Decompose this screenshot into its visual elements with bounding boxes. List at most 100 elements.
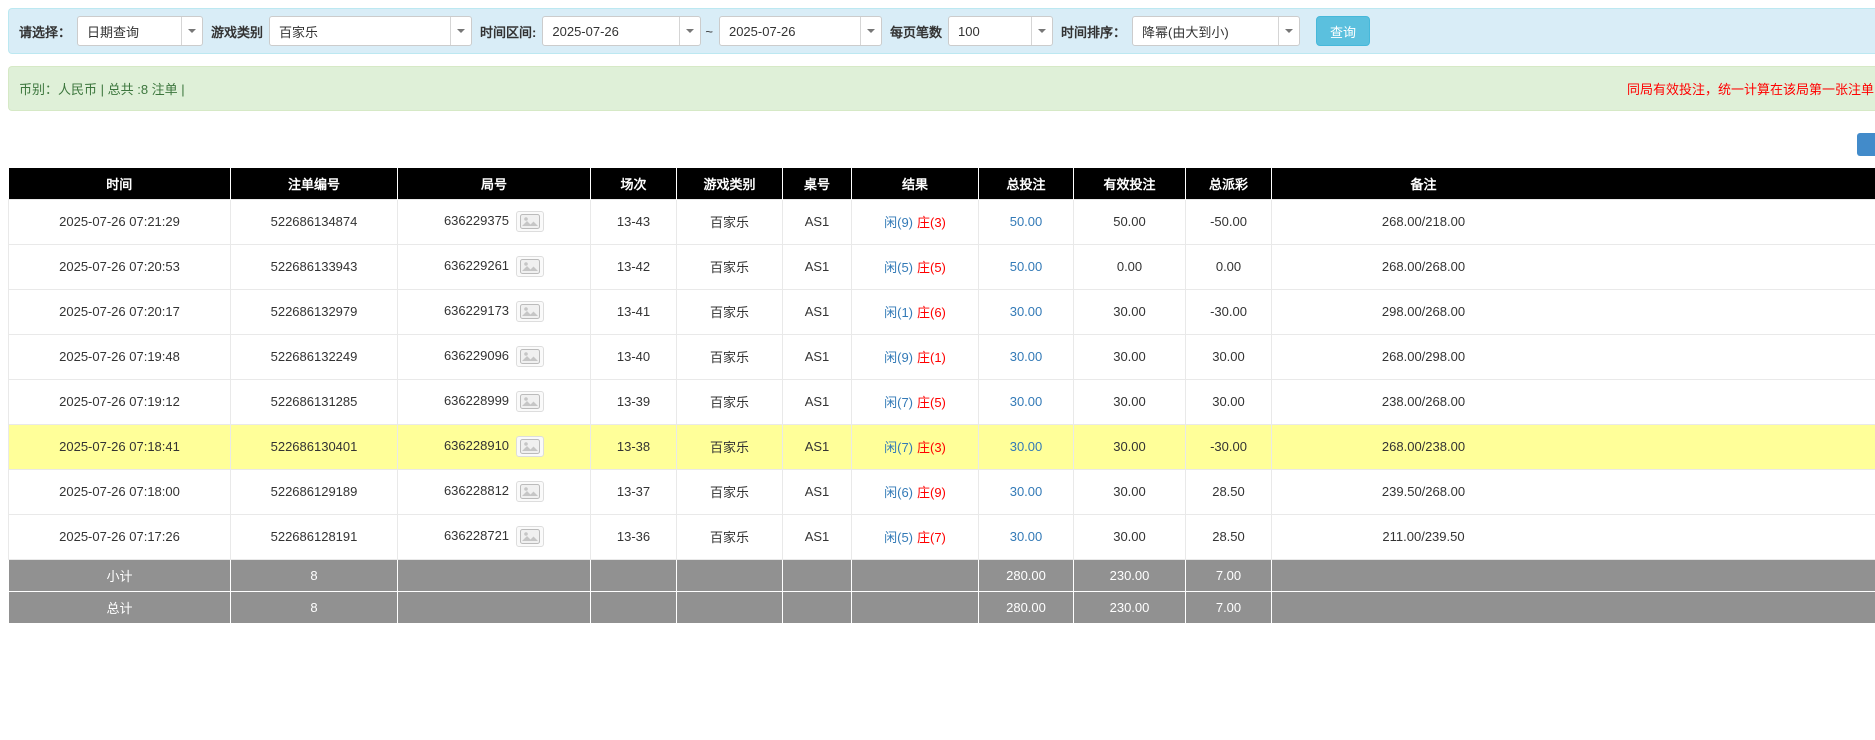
result-player: 闲(9): [884, 350, 913, 365]
game-category-select[interactable]: 百家乐: [269, 16, 472, 46]
edge-partial-button[interactable]: [1857, 133, 1875, 156]
cell-remark: 268.00/238.00: [1272, 424, 1875, 469]
total-total-bet: 280.00: [979, 591, 1074, 623]
round-image-icon[interactable]: [516, 211, 544, 232]
total-bet-link[interactable]: 30.00: [1010, 394, 1043, 409]
cell-game: 百家乐: [677, 469, 783, 514]
round-number: 636229096: [444, 348, 509, 363]
date-to-value: 2025-07-26: [720, 24, 860, 39]
date-from-select[interactable]: 2025-07-26: [542, 16, 701, 46]
round-number: 636228721: [444, 528, 509, 543]
date-to-select[interactable]: 2025-07-26: [719, 16, 882, 46]
round-image-icon[interactable]: [516, 481, 544, 502]
cell-payout: 28.50: [1186, 469, 1272, 514]
total-bet-link[interactable]: 30.00: [1010, 529, 1043, 544]
result-player: 闲(5): [884, 530, 913, 545]
cell-total-bet: 30.00: [979, 334, 1074, 379]
chevron-down-icon: [860, 17, 881, 45]
cell-bet-id: 522686131285: [231, 379, 398, 424]
chevron-down-icon: [679, 17, 700, 45]
subtotal-valid-bet: 230.00: [1074, 559, 1186, 591]
query-type-select[interactable]: 日期查询: [77, 16, 203, 46]
round-image-icon[interactable]: [516, 346, 544, 367]
round-image-icon[interactable]: [516, 256, 544, 277]
cell-round: 636229173: [398, 289, 591, 334]
round-image-icon[interactable]: [516, 526, 544, 547]
header-remark: 备注: [1272, 168, 1875, 199]
result-banker: 庄(5): [917, 395, 946, 410]
header-table: 桌号: [783, 168, 852, 199]
date-from-value: 2025-07-26: [543, 24, 679, 39]
time-sort-label: 时间排序：: [1061, 22, 1126, 41]
cell-total-bet: 30.00: [979, 379, 1074, 424]
round-image-icon[interactable]: [516, 301, 544, 322]
cell-bet-id: 522686133943: [231, 244, 398, 289]
cell-time: 2025-07-26 07:18:00: [9, 469, 231, 514]
time-sort-select[interactable]: 降幂(由大到小): [1132, 16, 1300, 46]
search-button[interactable]: 查询: [1316, 16, 1370, 46]
round-number: 636229375: [444, 213, 509, 228]
query-type-label: 请选择：: [19, 22, 71, 41]
cell-session: 13-37: [591, 469, 677, 514]
result-player: 闲(6): [884, 485, 913, 500]
chevron-down-icon: [450, 17, 471, 45]
cell-payout: 30.00: [1186, 379, 1272, 424]
total-payout: 7.00: [1186, 591, 1272, 623]
cell-round: 636228910: [398, 424, 591, 469]
cell-valid-bet: 30.00: [1074, 379, 1186, 424]
table-row: 2025-07-26 07:19:12 522686131285 6362289…: [9, 379, 1875, 424]
result-banker: 庄(7): [917, 530, 946, 545]
round-image-icon[interactable]: [516, 436, 544, 457]
summary-bar: 币别：人民币 | 总共 :8 注单 | 同局有效投注，统一计算在该局第一张注单内: [8, 66, 1875, 111]
total-bet-link[interactable]: 50.00: [1010, 214, 1043, 229]
cell-result: 闲(6) 庄(9): [852, 469, 979, 514]
result-banker: 庄(9): [917, 485, 946, 500]
cell-total-bet: 30.00: [979, 424, 1074, 469]
date-range-label: 时间区间:: [480, 22, 536, 41]
per-page-select[interactable]: 100: [948, 16, 1053, 46]
cell-session: 13-43: [591, 199, 677, 244]
result-player: 闲(7): [884, 440, 913, 455]
cell-time: 2025-07-26 07:19:48: [9, 334, 231, 379]
total-count: 8: [231, 591, 398, 623]
round-number: 636229261: [444, 258, 509, 273]
cell-valid-bet: 0.00: [1074, 244, 1186, 289]
total-bet-link[interactable]: 30.00: [1010, 349, 1043, 364]
cell-table: AS1: [783, 379, 852, 424]
cell-table: AS1: [783, 244, 852, 289]
cell-payout: -50.00: [1186, 199, 1272, 244]
total-valid-bet: 230.00: [1074, 591, 1186, 623]
cell-payout: 28.50: [1186, 514, 1272, 559]
cell-game: 百家乐: [677, 424, 783, 469]
records-body: 2025-07-26 07:21:29 522686134874 6362293…: [9, 199, 1875, 559]
result-banker: 庄(1): [917, 350, 946, 365]
cell-remark: 211.00/239.50: [1272, 514, 1875, 559]
total-bet-link[interactable]: 30.00: [1010, 439, 1043, 454]
total-bet-link[interactable]: 50.00: [1010, 259, 1043, 274]
total-bet-link[interactable]: 30.00: [1010, 484, 1043, 499]
cell-session: 13-40: [591, 334, 677, 379]
cell-result: 闲(7)庄(5): [852, 379, 979, 424]
table-row: 2025-07-26 07:20:17 522686132979 6362291…: [9, 289, 1875, 334]
cell-round: 636228812: [398, 469, 591, 514]
cell-table: AS1: [783, 469, 852, 514]
subtotal-payout: 7.00: [1186, 559, 1272, 591]
time-sort-value: 降幂(由大到小): [1133, 22, 1278, 41]
cell-table: AS1: [783, 514, 852, 559]
cell-game: 百家乐: [677, 199, 783, 244]
chevron-down-icon: [181, 17, 202, 45]
total-bet-link[interactable]: 30.00: [1010, 304, 1043, 319]
round-image-icon[interactable]: [516, 391, 544, 412]
cell-remark: 298.00/268.00: [1272, 289, 1875, 334]
header-result: 结果: [852, 168, 979, 199]
table-row: 2025-07-26 07:18:41 522686130401 6362289…: [9, 424, 1875, 469]
cell-session: 13-38: [591, 424, 677, 469]
subtotal-row: 小计 8 280.00 230.00 7.00: [9, 559, 1875, 591]
cell-result: 闲(9)庄(3): [852, 199, 979, 244]
total-label: 总计: [9, 591, 231, 623]
round-number: 636228812: [444, 483, 509, 498]
filter-bar: 请选择： 日期查询 游戏类别 百家乐 时间区间: 2025-07-26 ~ 20…: [8, 8, 1875, 54]
cell-valid-bet: 50.00: [1074, 199, 1186, 244]
cell-total-bet: 50.00: [979, 199, 1074, 244]
total-row: 总计 8 280.00 230.00 7.00: [9, 591, 1875, 623]
